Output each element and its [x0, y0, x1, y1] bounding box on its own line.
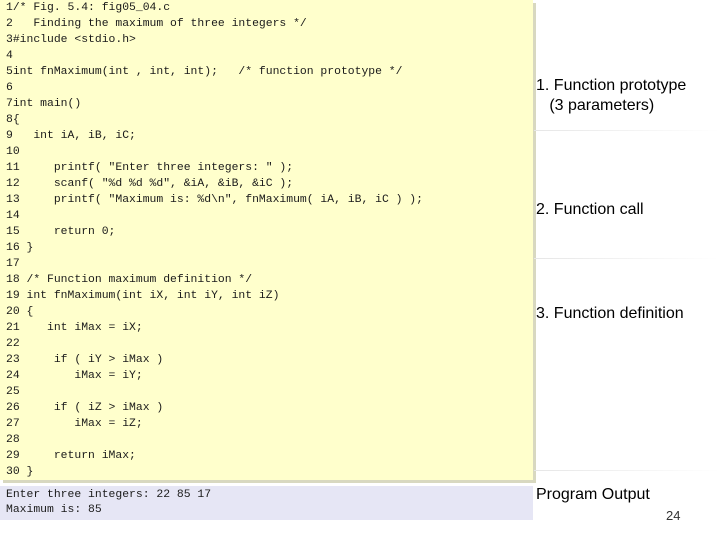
code-line: 25 [6, 386, 20, 398]
code-line: 14 [6, 210, 20, 222]
code-line: 12 scanf( "%d %d %d", &iA, &iB, &iC ); [6, 178, 294, 190]
code-line: 13 printf( "Maximum is: %d\n", fnMaximum… [6, 194, 423, 206]
label-program-output: Program Output [536, 486, 650, 503]
code-line: 4 [6, 50, 13, 62]
code-line: 9 int iA, iB, iC; [6, 130, 136, 142]
code-listing-panel: 1/* Fig. 5.4: fig05_04.c 2 Finding the ma… [0, 0, 533, 480]
divider [534, 258, 720, 259]
program-output: Enter three integers: 22 85 17 Maximum is… [6, 488, 211, 518]
code-line: 17 [6, 258, 20, 270]
code-line: 27 iMax = iZ; [6, 418, 143, 430]
output-line: Maximum is: 85 [6, 504, 102, 516]
code-line: 24 iMax = iY; [6, 370, 143, 382]
code-line: 1/* Fig. 5.4: fig05_04.c [6, 2, 171, 14]
label-function-call: 2. Function call [536, 201, 644, 218]
code-line: 22 [6, 338, 20, 350]
code-line: 7int main() [6, 98, 82, 110]
code-line: 29 return iMax; [6, 450, 136, 462]
code-line: 21 int iMax = iX; [6, 322, 143, 334]
code-line: 11 printf( "Enter three integers: " ); [6, 162, 294, 174]
code-line: 26 if ( iZ > iMax ) [6, 402, 164, 414]
code-line: 19 int fnMaximum(int iX, int iY, int iZ) [6, 290, 280, 302]
code-line: 3#include <stdio.h> [6, 34, 136, 46]
divider [534, 470, 720, 471]
code-line: 16 } [6, 242, 34, 254]
program-output-panel: Enter three integers: 22 85 17 Maximum is… [0, 486, 533, 520]
label-function-definition: 3. Function definition [536, 305, 684, 322]
code-line: 30 } [6, 466, 34, 478]
page-number: 24 [666, 508, 681, 523]
code-line: 20 { [6, 306, 34, 318]
output-line: Enter three integers: 22 85 17 [6, 489, 212, 501]
code-line: 2 Finding the maximum of three integers … [6, 18, 307, 30]
code-line: 15 return 0; [6, 226, 116, 238]
label-function-prototype: 1. Function prototype (3 parameters) [536, 77, 687, 114]
code-line: 18 /* Function maximum definition */ [6, 274, 253, 286]
code-line: 10 [6, 146, 20, 158]
code-line: 6 [6, 82, 13, 94]
code-line: 28 [6, 434, 20, 446]
code-line: 5int fnMaximum(int , int, int); /* funct… [6, 66, 403, 78]
code-line: 8{ [6, 114, 20, 126]
code-line: 23 if ( iY > iMax ) [6, 354, 164, 366]
divider [534, 130, 720, 131]
code-listing: 1/* Fig. 5.4: fig05_04.c 2 Finding the ma… [0, 0, 423, 480]
